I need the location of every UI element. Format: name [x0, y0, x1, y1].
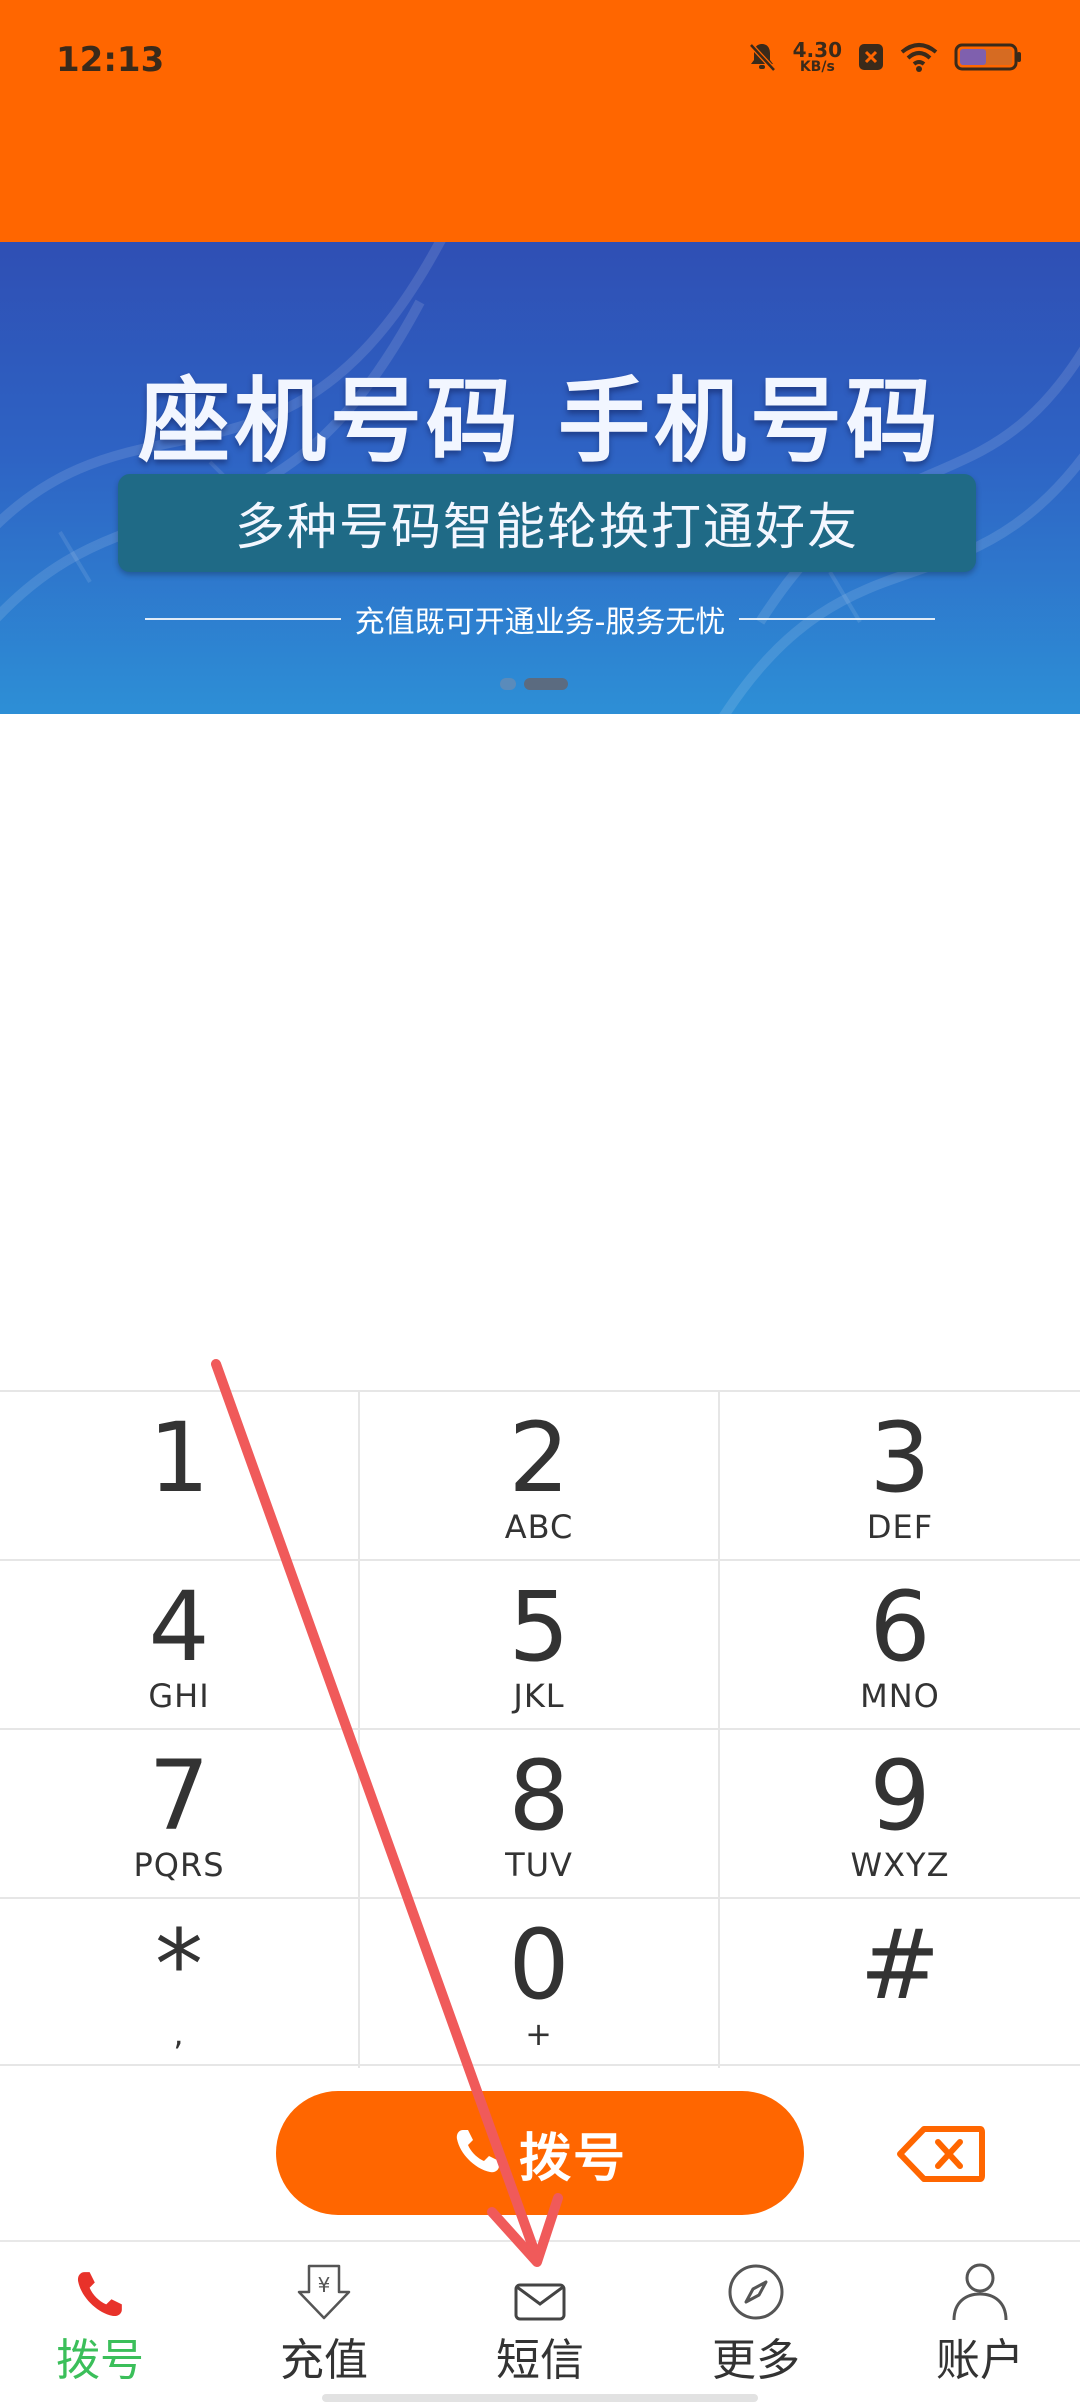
- key-hash[interactable]: #: [720, 1899, 1080, 2068]
- backspace-button[interactable]: [896, 2124, 986, 2184]
- key-letters: GHI: [148, 1677, 210, 1715]
- key-digit: 0: [508, 1909, 570, 2021]
- key-letters: ,: [173, 2015, 185, 2053]
- key-6[interactable]: 6 MNO: [720, 1561, 1080, 1730]
- promo-banner[interactable]: 座机号码 手机号码 多种号码智能轮换打通好友 充值既可开通业务-服务无忧: [0, 242, 1080, 714]
- key-letters: JKL: [513, 1677, 565, 1715]
- nav-item-dial[interactable]: 拨号: [20, 2250, 180, 2400]
- key-letters: DEF: [866, 1508, 934, 1546]
- key-3[interactable]: 3 DEF: [720, 1392, 1080, 1561]
- wifi-icon: [900, 42, 938, 72]
- key-letters: +: [525, 2015, 553, 2053]
- banner-tagline-text: 充值既可开通业务-服务无忧: [354, 605, 726, 640]
- key-8[interactable]: 8 TUV: [360, 1730, 720, 1899]
- svg-text:¥: ¥: [318, 2273, 331, 2297]
- status-icons: 4.30 KB/s: [747, 40, 1022, 74]
- user-icon: [950, 2250, 1010, 2322]
- home-indicator[interactable]: [322, 2394, 758, 2402]
- key-5[interactable]: 5 JKL: [360, 1561, 720, 1730]
- key-letters: MNO: [860, 1677, 940, 1715]
- key-letters: WXYZ: [850, 1846, 950, 1884]
- key-0[interactable]: 0 +: [360, 1899, 720, 2068]
- backspace-icon: [896, 2126, 986, 2188]
- key-digit: 1: [148, 1402, 210, 1514]
- sim-x-icon: [858, 42, 884, 72]
- nav-item-account[interactable]: 账户: [900, 2250, 1060, 2400]
- app-header: 12:13 4.30 KB/s: [0, 0, 1080, 242]
- phone-icon: [453, 2126, 503, 2180]
- key-digit: 9: [869, 1740, 931, 1852]
- nav-label: 拨号: [56, 2335, 144, 2386]
- nav-item-recharge[interactable]: ¥ 充值: [244, 2250, 404, 2400]
- tagline-left-rule: [144, 618, 341, 620]
- nav-item-more[interactable]: 更多: [676, 2250, 836, 2400]
- nav-label: 充值: [280, 2335, 368, 2386]
- key-letters: TUV: [505, 1846, 573, 1884]
- nav-label: 短信: [496, 2335, 584, 2386]
- banner-strip: 多种号码智能轮换打通好友: [118, 474, 976, 572]
- key-9[interactable]: 9 WXYZ: [720, 1730, 1080, 1899]
- banner-tagline: 充值既可开通业务-服务无忧: [0, 597, 1080, 641]
- key-digit: *: [155, 1909, 203, 2021]
- nav-label: 更多: [712, 2335, 800, 2386]
- key-4[interactable]: 4 GHI: [0, 1561, 360, 1730]
- banner-strip-text: 多种号码智能轮换打通好友: [235, 498, 859, 556]
- nav-label: 账户: [936, 2335, 1024, 2386]
- key-digit: 7: [148, 1740, 210, 1852]
- key-7[interactable]: 7 PQRS: [0, 1730, 360, 1899]
- mail-icon: [513, 2250, 567, 2322]
- key-1[interactable]: 1: [0, 1392, 360, 1561]
- call-row: 拨号: [0, 2066, 1080, 2240]
- key-digit: 3: [869, 1402, 931, 1514]
- key-digit: 6: [869, 1571, 931, 1683]
- key-letters: PQRS: [133, 1846, 225, 1884]
- battery-icon: [954, 42, 1022, 72]
- yen-download-icon: ¥: [295, 2250, 353, 2322]
- status-time: 12:13: [56, 40, 165, 80]
- tagline-right-rule: [739, 618, 936, 620]
- carousel-dot[interactable]: [500, 678, 516, 690]
- key-digit: 8: [508, 1740, 570, 1852]
- carousel-indicator: [500, 678, 568, 690]
- carousel-dot-active[interactable]: [524, 678, 568, 690]
- nav-item-sms[interactable]: 短信: [460, 2250, 620, 2400]
- key-digit: #: [859, 1909, 941, 2021]
- dial-keypad: 1 2 ABC 3 DEF 4 GHI 5 JKL 6 MNO 7 PQRS 8 TUV 9W…: [0, 1390, 1080, 2068]
- banner-title: 座机号码 手机号码: [137, 368, 943, 475]
- call-button[interactable]: 拨号: [276, 2091, 804, 2215]
- compass-icon: [726, 2250, 786, 2322]
- key-digit: 2: [508, 1402, 570, 1514]
- call-button-label: 拨号: [518, 2128, 627, 2189]
- key-2[interactable]: 2 ABC: [360, 1392, 720, 1561]
- net-speed: 4.30 KB/s: [792, 38, 842, 75]
- key-digit: 5: [508, 1571, 570, 1683]
- key-letters: ABC: [504, 1508, 574, 1546]
- bottom-nav: 拨号 ¥ 充值 短信 更多 账户: [0, 2240, 1080, 2408]
- bell-muted-icon: [747, 41, 777, 73]
- key-star[interactable]: *,: [0, 1899, 360, 2068]
- key-digit: 4: [148, 1571, 210, 1683]
- phone-icon: [74, 2250, 126, 2322]
